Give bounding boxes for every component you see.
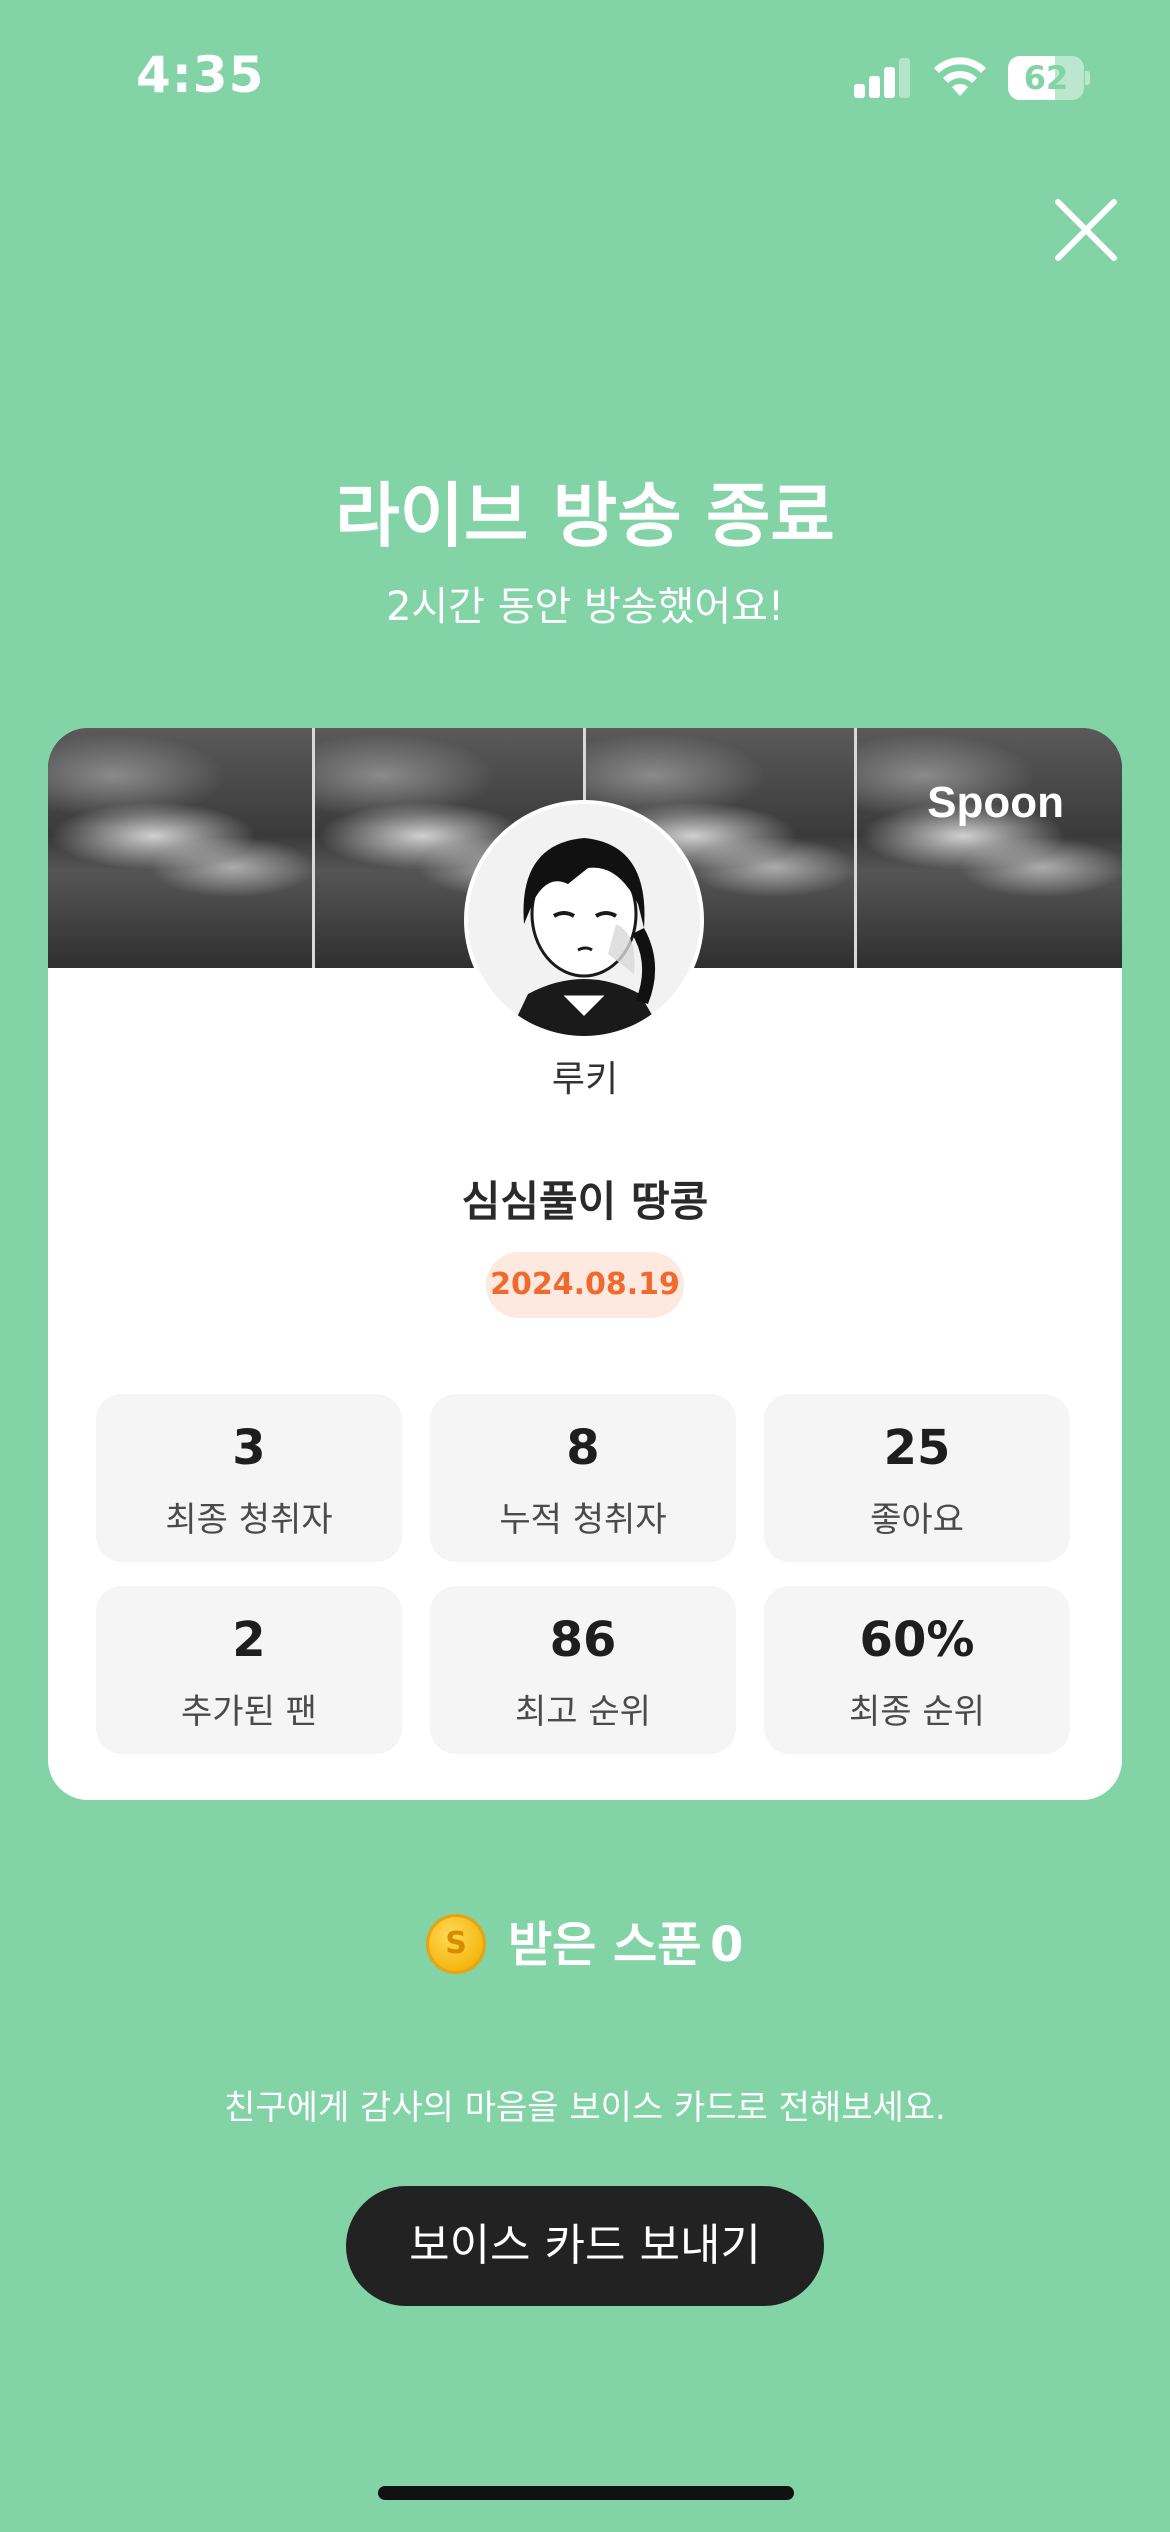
stat-label: 최종 순위 [849,1692,985,1732]
stat-label: 최고 순위 [515,1692,651,1732]
stat-value: 3 [232,1420,266,1476]
page-title: 라이브 방송 종료 [335,475,835,557]
broadcast-duration: 2시간 동안 방송했어요! [385,584,785,630]
received-spoons-count: 0 [710,1917,744,1973]
stat-value: 25 [883,1420,951,1476]
stat-value: 86 [549,1612,617,1668]
close-icon [1055,199,1117,261]
host-name: 루키 [551,1059,619,1100]
stat-label: 누적 청취자 [499,1500,667,1540]
broadcast-summary-card: Spoon 루키 심심풀이 땅콩 2024.08.19 3 최종 청취자 8 누… [48,728,1122,1800]
stat-value: 60% [859,1612,975,1668]
stat-label: 추가된 팬 [181,1692,317,1732]
send-voice-card-button[interactable]: 보이스 카드 보내기 [346,2186,824,2306]
wifi-icon [932,54,988,98]
stat-likes: 25 좋아요 [764,1394,1070,1562]
battery-percent: 62 [1023,59,1069,97]
voice-card-prompt: 친구에게 감사의 마음을 보이스 카드로 전해보세요. [224,2088,946,2128]
date-badge: 2024.08.19 [486,1252,684,1318]
stat-total-listeners: 8 누적 청취자 [430,1394,736,1562]
received-spoons-label: 받은 스푼 [508,1917,702,1973]
broadcast-title: 심심풀이 땅콩 [461,1177,709,1226]
battery-icon: 62 [1008,56,1090,100]
stat-new-fans: 2 추가된 팬 [96,1586,402,1754]
stat-peak-rank: 86 최고 순위 [430,1586,736,1754]
home-indicator[interactable] [378,2486,794,2500]
close-button[interactable] [1050,194,1122,266]
spoon-coin-icon: S [426,1914,486,1974]
cellular-signal-icon [854,58,912,98]
status-bar: 4:35 62 [0,0,1170,150]
stat-final-listeners: 3 최종 청취자 [96,1394,402,1562]
stat-final-rank: 60% 최종 순위 [764,1586,1070,1754]
stat-value: 2 [232,1612,266,1668]
avatar [464,800,704,1040]
received-spoons: S 받은 스푼 0 [0,1910,1170,1980]
stat-label: 좋아요 [870,1500,964,1540]
stat-label: 최종 청취자 [165,1500,333,1540]
spoon-logo: Spoon [927,778,1064,827]
status-time: 4:35 [136,46,265,104]
stat-value: 8 [566,1420,600,1476]
